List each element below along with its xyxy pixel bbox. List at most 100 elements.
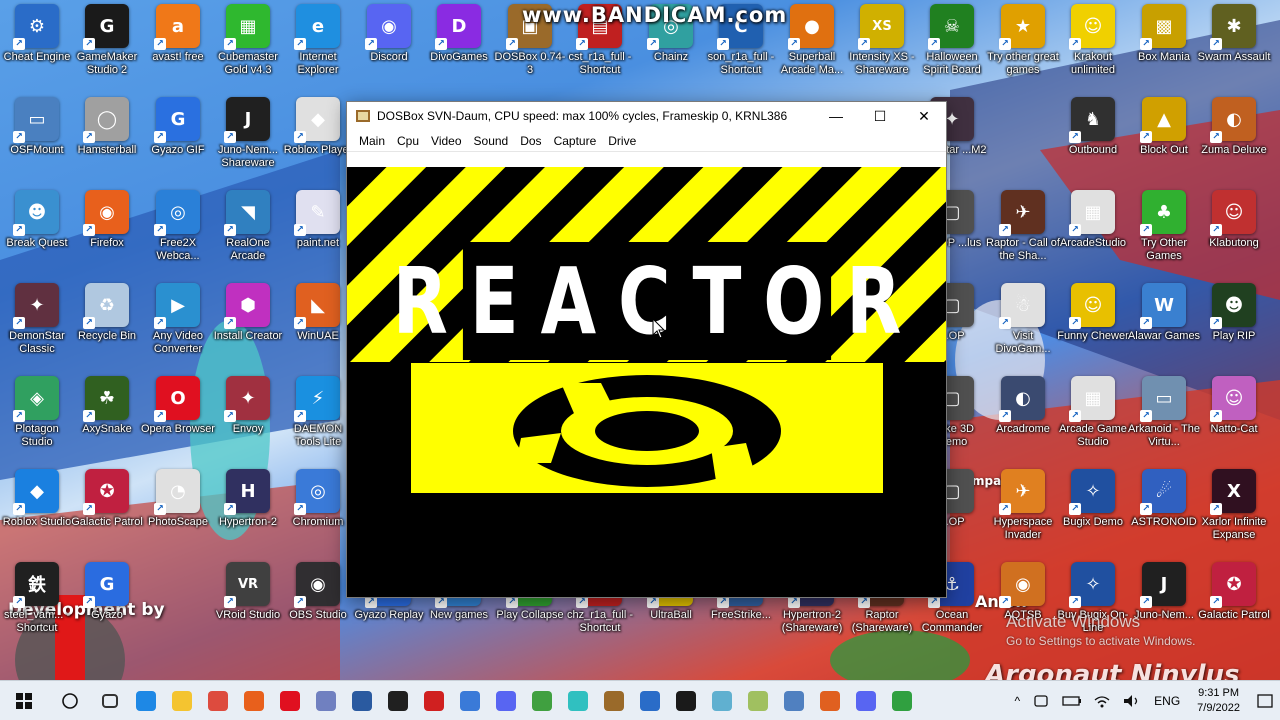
desktop-icon[interactable]: ☺Klabutong [1197,190,1271,280]
desktop-icon[interactable]: ◎Chromium [281,469,355,559]
taskbar-app-record[interactable] [416,681,452,720]
desktop-icon[interactable]: ◉Firefox [70,190,144,280]
menu-capture[interactable]: Capture [548,134,603,148]
desktop-icon[interactable]: ☻Break Quest [0,190,74,280]
desktop-icon[interactable]: ✎paint.net [281,190,355,280]
desktop-icon[interactable]: ◎Free2X Webca... [141,190,215,280]
taskbar-app-opera[interactable] [272,681,308,720]
taskbar-app-chrome[interactable] [200,681,236,720]
wifi-icon[interactable] [1087,693,1117,709]
desktop-icon[interactable]: ◥RealOne Arcade [211,190,285,280]
notification-icon[interactable] [1250,693,1280,709]
taskbar-app-app-misc[interactable] [884,681,920,720]
desktop-icon[interactable]: 鉄steel_vam... - Shortcut [0,562,74,652]
desktop-icon[interactable]: ☺Krakout unlimited [1056,4,1130,94]
desktop-icon[interactable]: ⚡DAEMON Tools Lite [281,376,355,466]
taskbar-app-discord[interactable] [848,681,884,720]
dosbox-window[interactable]: DOSBox SVN-Daum, CPU speed: max 100% cyc… [346,101,947,598]
desktop-icon[interactable]: ◣WinUAE [281,283,355,373]
desktop-icon[interactable]: ☻Play RIP [1197,283,1271,373]
desktop-icon[interactable]: ▭Arkanoid - The Virtu... [1127,376,1201,466]
taskbar-app-edge[interactable] [128,681,164,720]
desktop-icon[interactable]: eInternet Explorer [281,4,355,94]
close-button[interactable]: ✕ [902,102,946,130]
desktop-icon[interactable]: GGyazo [70,562,144,652]
menu-main[interactable]: Main [353,134,391,148]
maximize-button[interactable]: ☐ [858,102,902,130]
minimize-button[interactable]: — [814,102,858,130]
desktop-icon[interactable]: WAlawar Games [1127,283,1201,373]
search-button[interactable] [48,681,92,720]
desktop-icon[interactable]: ◉Discord [352,4,426,94]
dos-game-screen[interactable]: REACTOR [347,167,946,597]
desktop-icon[interactable]: ▶Any Video Converter [141,283,215,373]
taskbar-app-gamemaker[interactable] [668,681,704,720]
desktop-icon[interactable]: ✱Swarm Assault [1197,4,1271,94]
desktop-icon[interactable]: ◉OBS Studio [281,562,355,652]
desktop-icon[interactable]: ✈Hyperspace Invader [986,469,1060,559]
desktop-icon[interactable]: ☺Funny Chewer [1056,283,1130,373]
taskbar-app-app-blue[interactable] [344,681,380,720]
battery-icon[interactable] [1057,693,1087,709]
taskbar-app-discord-2[interactable] [488,681,524,720]
desktop-icon[interactable]: DDivoGames [422,4,496,94]
desktop-icon[interactable]: ◐Zuma Deluxe [1197,97,1271,187]
desktop-icon[interactable]: ◐Arcadrome [986,376,1060,466]
desktop-icon[interactable]: GGyazo GIF [141,97,215,187]
volume-icon[interactable] [1117,693,1147,709]
desktop-icon[interactable]: ◆Roblox Player [281,97,355,187]
menu-cpu[interactable]: Cpu [391,134,425,148]
desktop-icon[interactable]: ◈Plotagon Studio [0,376,74,466]
taskbar-app-app-green[interactable] [524,681,560,720]
taskbar-app-cheat-engine[interactable] [632,681,668,720]
start-button[interactable] [0,681,48,720]
desktop-icon[interactable]: ♻Recycle Bin [70,283,144,373]
desktop-icon[interactable]: ✦DemonStar Classic [0,283,74,373]
desktop-icon[interactable]: ◆Roblox Studio [0,469,74,559]
desktop-icon[interactable]: JJuno-Nem... Shareware [211,97,285,187]
desktop-icon[interactable]: XXarlor Infinite Expanse [1197,469,1271,559]
desktop-icon[interactable]: ⬢Install Creator [211,283,285,373]
desktop-icon[interactable]: ⚙Cheat Engine [0,4,74,94]
taskbar-clock[interactable]: 9:31 PM 7/9/2022 [1187,686,1250,716]
taskbar-app-dosbox[interactable] [596,681,632,720]
desktop-icon[interactable]: VRVRoid Studio [211,562,285,652]
desktop-icon[interactable]: aavast! free [141,4,215,94]
desktop-icon[interactable]: ◔PhotoScape [141,469,215,559]
desktop-icon[interactable]: ▲Block Out [1127,97,1201,187]
desktop-icon[interactable]: ♣Try Other Games [1127,190,1201,280]
desktop-icon[interactable]: ◯Hamsterball [70,97,144,187]
desktop-icon[interactable]: ☘AxySnake [70,376,144,466]
taskbar-app-app-notepad[interactable] [740,681,776,720]
desktop-icon[interactable]: GGameMaker Studio 2 [70,4,144,94]
menu-video[interactable]: Video [425,134,467,148]
desktop-icon[interactable]: ▩Box Mania [1127,4,1201,94]
desktop-icon[interactable]: ☺Natto-Cat [1197,376,1271,466]
dosbox-titlebar[interactable]: DOSBox SVN-Daum, CPU speed: max 100% cyc… [347,102,946,130]
desktop-icon[interactable]: ☠Halloween Spirit Board [915,4,989,94]
taskbar-app-paint-net[interactable] [308,681,344,720]
taskbar-app-file-explorer[interactable] [164,681,200,720]
language-indicator[interactable]: ENG [1147,694,1187,708]
desktop-icon[interactable]: ▦Arcade Game Studio [1056,376,1130,466]
desktop-icon[interactable]: ▭OSFMount [0,97,74,187]
menu-dos[interactable]: Dos [514,134,547,148]
desktop-icon[interactable]: ▦Cubemaster Gold v4.3 [211,4,285,94]
menu-drive[interactable]: Drive [602,134,642,148]
desktop-icon[interactable]: ✈Raptor - Call of the Sha... [986,190,1060,280]
taskbar-app-bandicam[interactable] [380,681,416,720]
desktop-icon[interactable]: ☃Visit DivoGam... [986,283,1060,373]
desktop-icon[interactable]: OOpera Browser [141,376,215,466]
taskbar-app-firefox[interactable] [236,681,272,720]
desktop-icon[interactable]: ✪Galactic Patrol [70,469,144,559]
taskbar-app-app-paint[interactable] [776,681,812,720]
taskbar-app-task-view[interactable] [92,681,128,720]
desktop-icon[interactable]: ♞Outbound [1056,97,1130,187]
desktop-icon[interactable]: XSIntensity XS - Shareware [845,4,919,94]
desktop-icon[interactable]: ✦Envoy [211,376,285,466]
desktop-icon[interactable]: ☄ASTRONOID [1127,469,1201,559]
desktop-icon[interactable]: ★Try other great games [986,4,1060,94]
menu-sound[interactable]: Sound [468,134,515,148]
desktop-icon[interactable]: ▦ArcadeStudio [1056,190,1130,280]
desktop-icon[interactable]: ✪Galactic Patrol [1197,562,1271,652]
